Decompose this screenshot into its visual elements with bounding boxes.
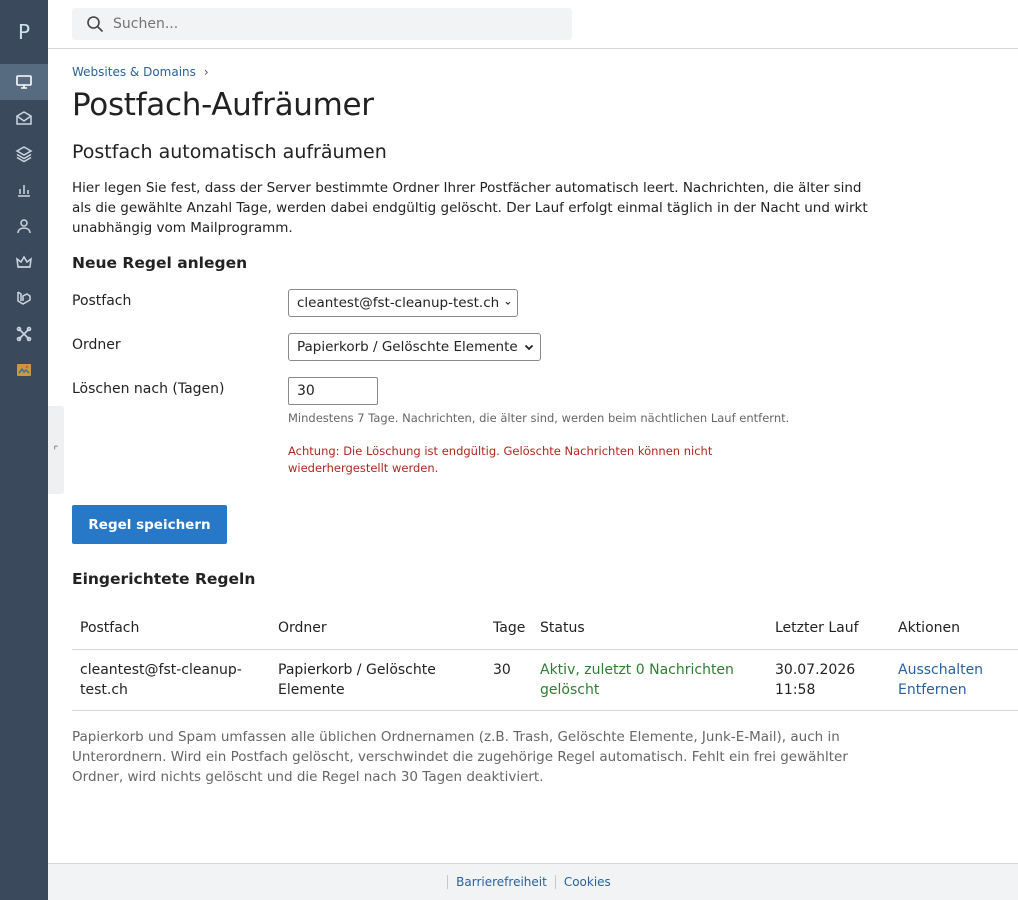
extension-icon [17,364,31,376]
remove-rule-link[interactable]: Entfernen [898,680,1010,700]
sidebar-item-mail[interactable] [0,100,48,136]
column-header-status: Status [532,607,767,650]
chevron-right-icon: › [203,65,209,79]
column-header-last-run: Letzter Lauf [767,607,890,650]
breadcrumb: Websites & Domains › [72,65,1018,79]
cell-folder: Papierkorb / Gelöschte Elemente [270,649,485,711]
save-rule-button[interactable]: Regel speichern [72,505,227,544]
table-row: cleantest@fst-cleanup-test.ch Papierkorb… [72,649,1018,711]
laravel-icon [17,291,31,305]
layers-icon [15,146,33,163]
cell-last-run: 30.07.2026 11:58 [767,649,890,711]
intro-text: Hier legen Sie fest, dass der Server bes… [72,180,868,236]
search-box[interactable] [72,8,572,40]
sidebar: P [0,0,48,900]
sidebar-item-joomla[interactable] [0,316,48,352]
days-row: Löschen nach (Tagen) Mindestens 7 Tage. … [72,377,1018,477]
cookies-link[interactable]: Cookies [556,875,619,889]
search-icon [87,16,104,33]
disable-rule-link[interactable]: Ausschalten [898,660,1010,680]
bar-chart-icon [18,185,30,197]
days-field-group: Mindestens 7 Tage. Nachrichten, die älte… [288,377,789,477]
page-title: Postfach-Aufräumer [72,87,374,123]
mailbox-label: Postfach [72,293,132,309]
mailbox-select-value: cleantest@fst-cleanup-test.ch [297,295,500,311]
joomla-icon [16,326,32,342]
cell-mailbox: cleantest@fst-cleanup-test.ch [72,649,270,711]
days-hint: Mindestens 7 Tage. Nachrichten, die älte… [288,411,790,425]
column-header-actions: Aktionen [890,607,1018,650]
sidebar-item-extension[interactable] [0,352,48,388]
table-header-row: Postfach Ordner Tage Status Letzter Lauf… [72,607,1018,650]
search-input[interactable] [113,16,533,32]
section-title: Postfach automatisch aufräumen [72,141,387,163]
accessibility-link[interactable]: Barrierefreiheit [448,875,555,889]
footnote-text: Papierkorb und Spam umfassen alle üblich… [72,728,848,785]
user-icon [17,219,31,234]
deletion-warning: Achtung: Die Löschung ist endgültig. Gel… [288,444,713,475]
rules-heading: Eingerichtete Regeln [72,570,256,588]
sidebar-item-applications[interactable] [0,136,48,172]
column-header-days: Tage [485,607,532,650]
sidebar-item-websites[interactable] [0,64,48,100]
mail-icon [16,111,32,125]
chevron-down-icon [524,344,534,351]
days-label: Löschen nach (Tagen) [72,381,225,397]
main-content: Websites & Domains › Postfach-Aufräumer … [72,49,1018,787]
sidebar-item-account[interactable] [0,208,48,244]
sidebar-item-laravel[interactable] [0,280,48,316]
sidebar-item-statistics[interactable] [0,172,48,208]
mailbox-select[interactable]: cleantest@fst-cleanup-test.ch [288,289,518,317]
top-bar [48,0,1018,49]
folder-label: Ordner [72,337,121,353]
column-header-mailbox: Postfach [72,607,270,650]
collapse-icon: ⌜ [53,443,59,457]
folder-select-value: Papierkorb / Gelöschte Elemente [297,339,518,355]
folder-select[interactable]: Papierkorb / Gelöschte Elemente [288,333,541,361]
folder-row: Ordner Papierkorb / Gelöschte Elemente [72,333,1018,361]
rules-table: Postfach Ordner Tage Status Letzter Lauf… [72,607,1018,711]
monitor-icon [16,75,32,89]
new-rule-heading: Neue Regel anlegen [72,254,248,272]
page-footer: Barrierefreiheit Cookies [48,863,1018,900]
sidebar-collapse-handle[interactable]: ⌜ [48,406,64,494]
days-input[interactable] [288,377,378,405]
crown-icon [16,255,32,268]
breadcrumb-link-websites[interactable]: Websites & Domains [72,65,196,79]
cell-days: 30 [485,649,532,711]
sidebar-item-premium[interactable] [0,244,48,280]
mailbox-row: Postfach cleantest@fst-cleanup-test.ch [72,289,1018,317]
cell-actions: Ausschalten Entfernen [890,649,1018,711]
app-logo[interactable]: P [0,0,48,64]
chevron-down-icon [505,301,511,305]
cell-status: Aktiv, zuletzt 0 Nachrichten gelöscht [532,649,767,711]
column-header-folder: Ordner [270,607,485,650]
